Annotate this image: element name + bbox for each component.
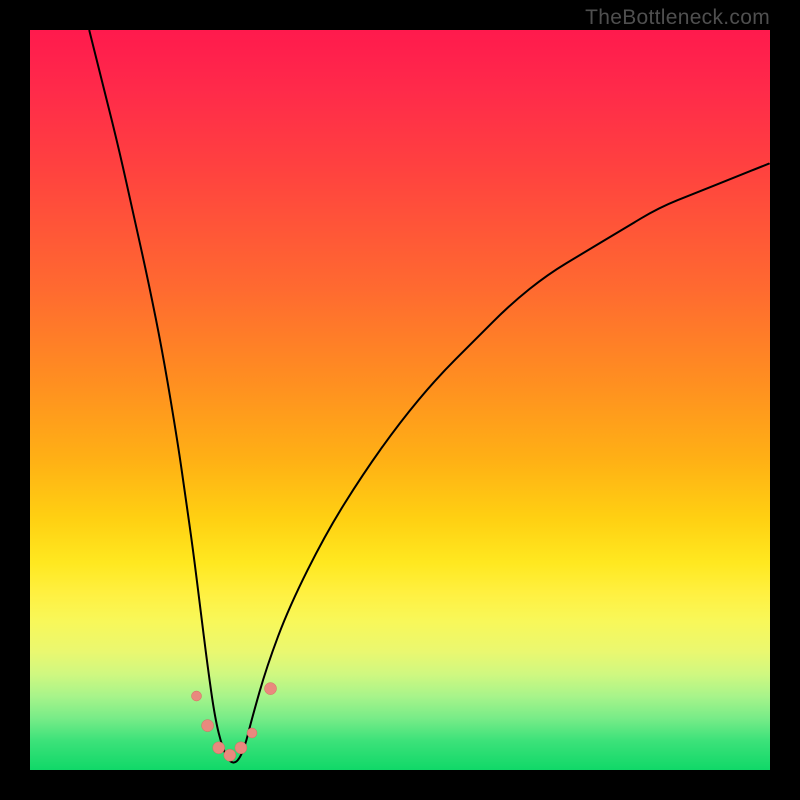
curve-marker <box>235 742 247 754</box>
curve-marker <box>247 728 257 738</box>
marker-group <box>192 683 277 762</box>
bottleneck-curve <box>89 30 770 763</box>
curve-marker <box>265 683 277 695</box>
chart-frame: TheBottleneck.com <box>0 0 800 800</box>
chart-overlay <box>0 0 800 800</box>
curve-marker <box>202 720 214 732</box>
curve-marker <box>213 742 225 754</box>
curve-marker <box>192 691 202 701</box>
curve-marker <box>224 749 236 761</box>
